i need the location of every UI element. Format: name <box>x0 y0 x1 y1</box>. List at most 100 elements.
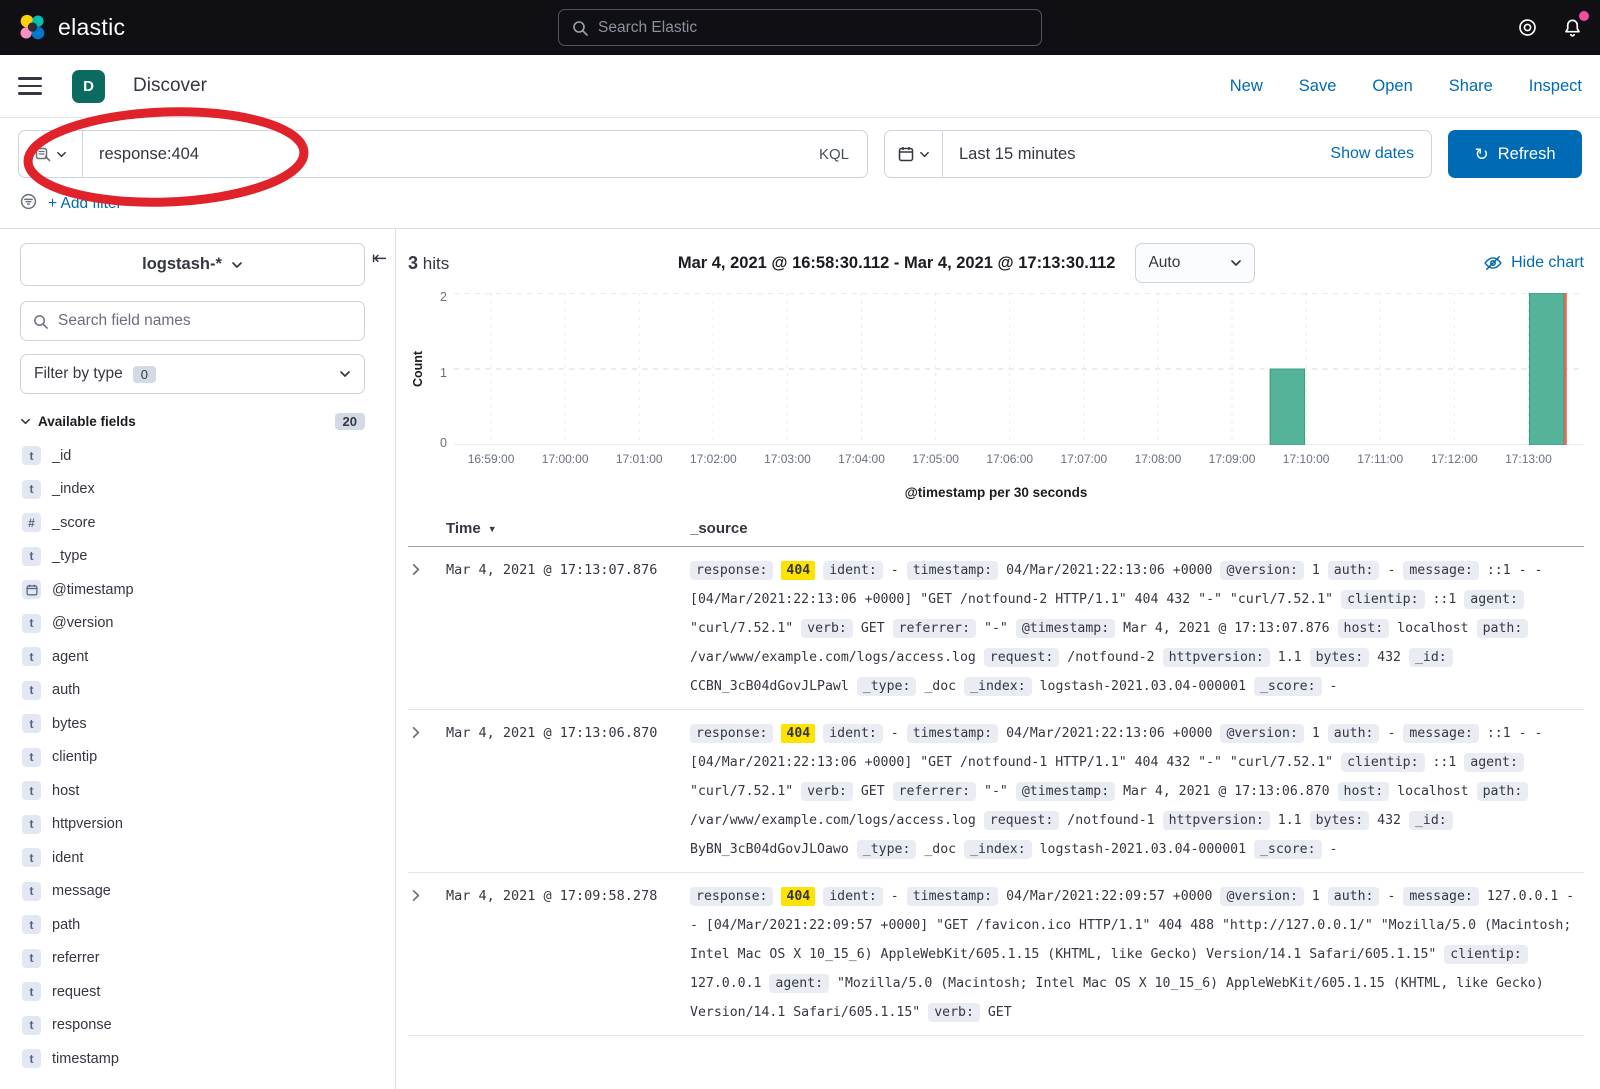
x-tick-label: 17:03:00 <box>764 452 811 466</box>
x-tick-label: 17:04:00 <box>838 452 885 466</box>
field-name: bytes <box>52 716 87 732</box>
source-field-key: ident: <box>823 724 883 743</box>
x-tick-label: 17:10:00 <box>1283 452 1330 466</box>
field-item-referrer[interactable]: treferrer <box>20 942 395 976</box>
action-open-link[interactable]: Open <box>1372 77 1412 96</box>
field-item-response[interactable]: tresponse <box>20 1009 395 1043</box>
elastic-logo-icon <box>18 13 47 42</box>
query-input[interactable] <box>83 131 801 177</box>
saved-query-menu-button[interactable] <box>19 131 83 177</box>
interval-select[interactable]: Auto <box>1135 243 1255 283</box>
source-field-key: request: <box>984 811 1060 830</box>
source-field-key: ident: <box>823 561 883 580</box>
hide-chart-link[interactable]: Hide chart <box>1484 254 1584 272</box>
field-item-_index[interactable]: t_index <box>20 473 395 507</box>
calendar-menu-button[interactable] <box>885 131 943 177</box>
field-name: @timestamp <box>52 582 134 598</box>
global-search-input[interactable] <box>598 19 1028 37</box>
action-share-link[interactable]: Share <box>1449 77 1493 96</box>
source-field-key: timestamp: <box>907 887 998 906</box>
chart-time-range: Mar 4, 2021 @ 16:58:30.112 - Mar 4, 2021… <box>678 254 1116 273</box>
source-field-key: verb: <box>928 1003 980 1022</box>
field-item-bytes[interactable]: tbytes <box>20 707 395 741</box>
field-item-@version[interactable]: t@version <box>20 607 395 641</box>
field-item-agent[interactable]: tagent <box>20 640 395 674</box>
source-field-key: _index: <box>964 677 1032 696</box>
field-type-string-icon: t <box>22 781 41 800</box>
field-item-clientip[interactable]: tclientip <box>20 741 395 775</box>
source-field-key: message: <box>1403 887 1479 906</box>
source-field-key: clientip: <box>1341 753 1424 772</box>
filter-by-type[interactable]: Filter by type 0 <box>20 354 365 394</box>
doc-source: response: 404 ident: - timestamp: 04/Mar… <box>690 556 1584 701</box>
expand-row-icon[interactable] <box>408 556 423 577</box>
alerts-bell-icon[interactable] <box>1563 18 1582 37</box>
chevron-down-icon <box>20 416 31 427</box>
notification-dot <box>1579 11 1589 21</box>
chevron-down-icon <box>339 368 351 380</box>
elastic-logo[interactable]: elastic <box>18 13 125 42</box>
field-item-httpversion[interactable]: thttpversion <box>20 808 395 842</box>
field-item-message[interactable]: tmessage <box>20 875 395 909</box>
saved-query-icon <box>35 146 51 162</box>
source-field-key: bytes: <box>1310 648 1370 667</box>
field-item-_id[interactable]: t_id <box>20 439 395 473</box>
action-inspect-link[interactable]: Inspect <box>1529 77 1582 96</box>
source-field-key: _score: <box>1254 677 1322 696</box>
field-item-@timestamp[interactable]: @timestamp <box>20 573 395 607</box>
field-item-_score[interactable]: #_score <box>20 506 395 540</box>
field-name: _type <box>52 548 87 564</box>
field-item-request[interactable]: trequest <box>20 975 395 1009</box>
action-new-link[interactable]: New <box>1230 77 1263 96</box>
table-row: Mar 4, 2021 @ 17:13:07.876response: 404 … <box>408 547 1584 710</box>
highlighted-term: 404 <box>781 561 815 580</box>
field-name: response <box>52 1017 112 1033</box>
source-field-key: bytes: <box>1310 811 1370 830</box>
time-range-value[interactable]: Last 15 minutes <box>943 145 1091 164</box>
content-area: logstash-* ⇤ Filter by type 0 Availab <box>0 228 1600 1089</box>
field-item-timestamp[interactable]: ttimestamp <box>20 1042 395 1076</box>
field-item-_type[interactable]: t_type <box>20 540 395 574</box>
field-item-path[interactable]: tpath <box>20 908 395 942</box>
source-field-key: _type: <box>857 677 917 696</box>
show-dates-link[interactable]: Show dates <box>1313 145 1431 163</box>
index-pattern-selector[interactable]: logstash-* <box>20 243 365 286</box>
x-tick-label: 17:08:00 <box>1135 452 1182 466</box>
refresh-button[interactable]: ↻ Refresh <box>1448 130 1582 178</box>
source-field-key: message: <box>1403 561 1479 580</box>
collapse-sidebar-icon[interactable]: ⇤ <box>372 249 387 267</box>
source-field-key: response: <box>690 887 773 906</box>
field-type-string-icon: t <box>22 848 41 867</box>
menu-hamburger-icon[interactable] <box>18 75 42 97</box>
time-column-header[interactable]: Time ▼ <box>446 520 690 537</box>
header-actions: New Save Open Share Inspect <box>1230 77 1582 96</box>
field-item-auth[interactable]: tauth <box>20 674 395 708</box>
expand-row-icon[interactable] <box>408 882 423 903</box>
table-row: Mar 4, 2021 @ 17:13:06.870response: 404 … <box>408 710 1584 873</box>
add-filter-link[interactable]: + Add filter <box>48 195 122 213</box>
x-axis-labels: 16:59:0017:00:0017:01:0017:02:0017:03:00… <box>454 450 1584 472</box>
action-save-link[interactable]: Save <box>1299 77 1337 96</box>
field-type-number-icon: # <box>22 513 41 532</box>
field-type-string-icon: t <box>22 949 41 968</box>
expand-row-icon[interactable] <box>408 719 423 740</box>
chevron-down-icon <box>231 259 243 271</box>
available-fields-header[interactable]: Available fields 20 <box>20 413 365 430</box>
query-bar: KQL <box>18 130 868 178</box>
source-field-key: httpversion: <box>1163 648 1270 667</box>
field-search-input[interactable] <box>58 312 352 330</box>
source-field-key: @timestamp: <box>1016 782 1115 801</box>
filter-icon[interactable] <box>20 193 37 215</box>
search-icon <box>33 314 48 329</box>
x-tick-label: 17:06:00 <box>986 452 1033 466</box>
field-item-host[interactable]: thost <box>20 774 395 808</box>
source-field-key: _id: <box>1409 811 1453 830</box>
field-type-string-icon: t <box>22 815 41 834</box>
kql-button[interactable]: KQL <box>801 131 867 177</box>
source-field-key: @timestamp: <box>1016 619 1115 638</box>
source-field-key: auth: <box>1328 724 1380 743</box>
help-icon[interactable] <box>1518 18 1537 37</box>
sort-desc-icon: ▼ <box>488 524 497 534</box>
calendar-icon <box>898 146 914 162</box>
field-item-ident[interactable]: tident <box>20 841 395 875</box>
